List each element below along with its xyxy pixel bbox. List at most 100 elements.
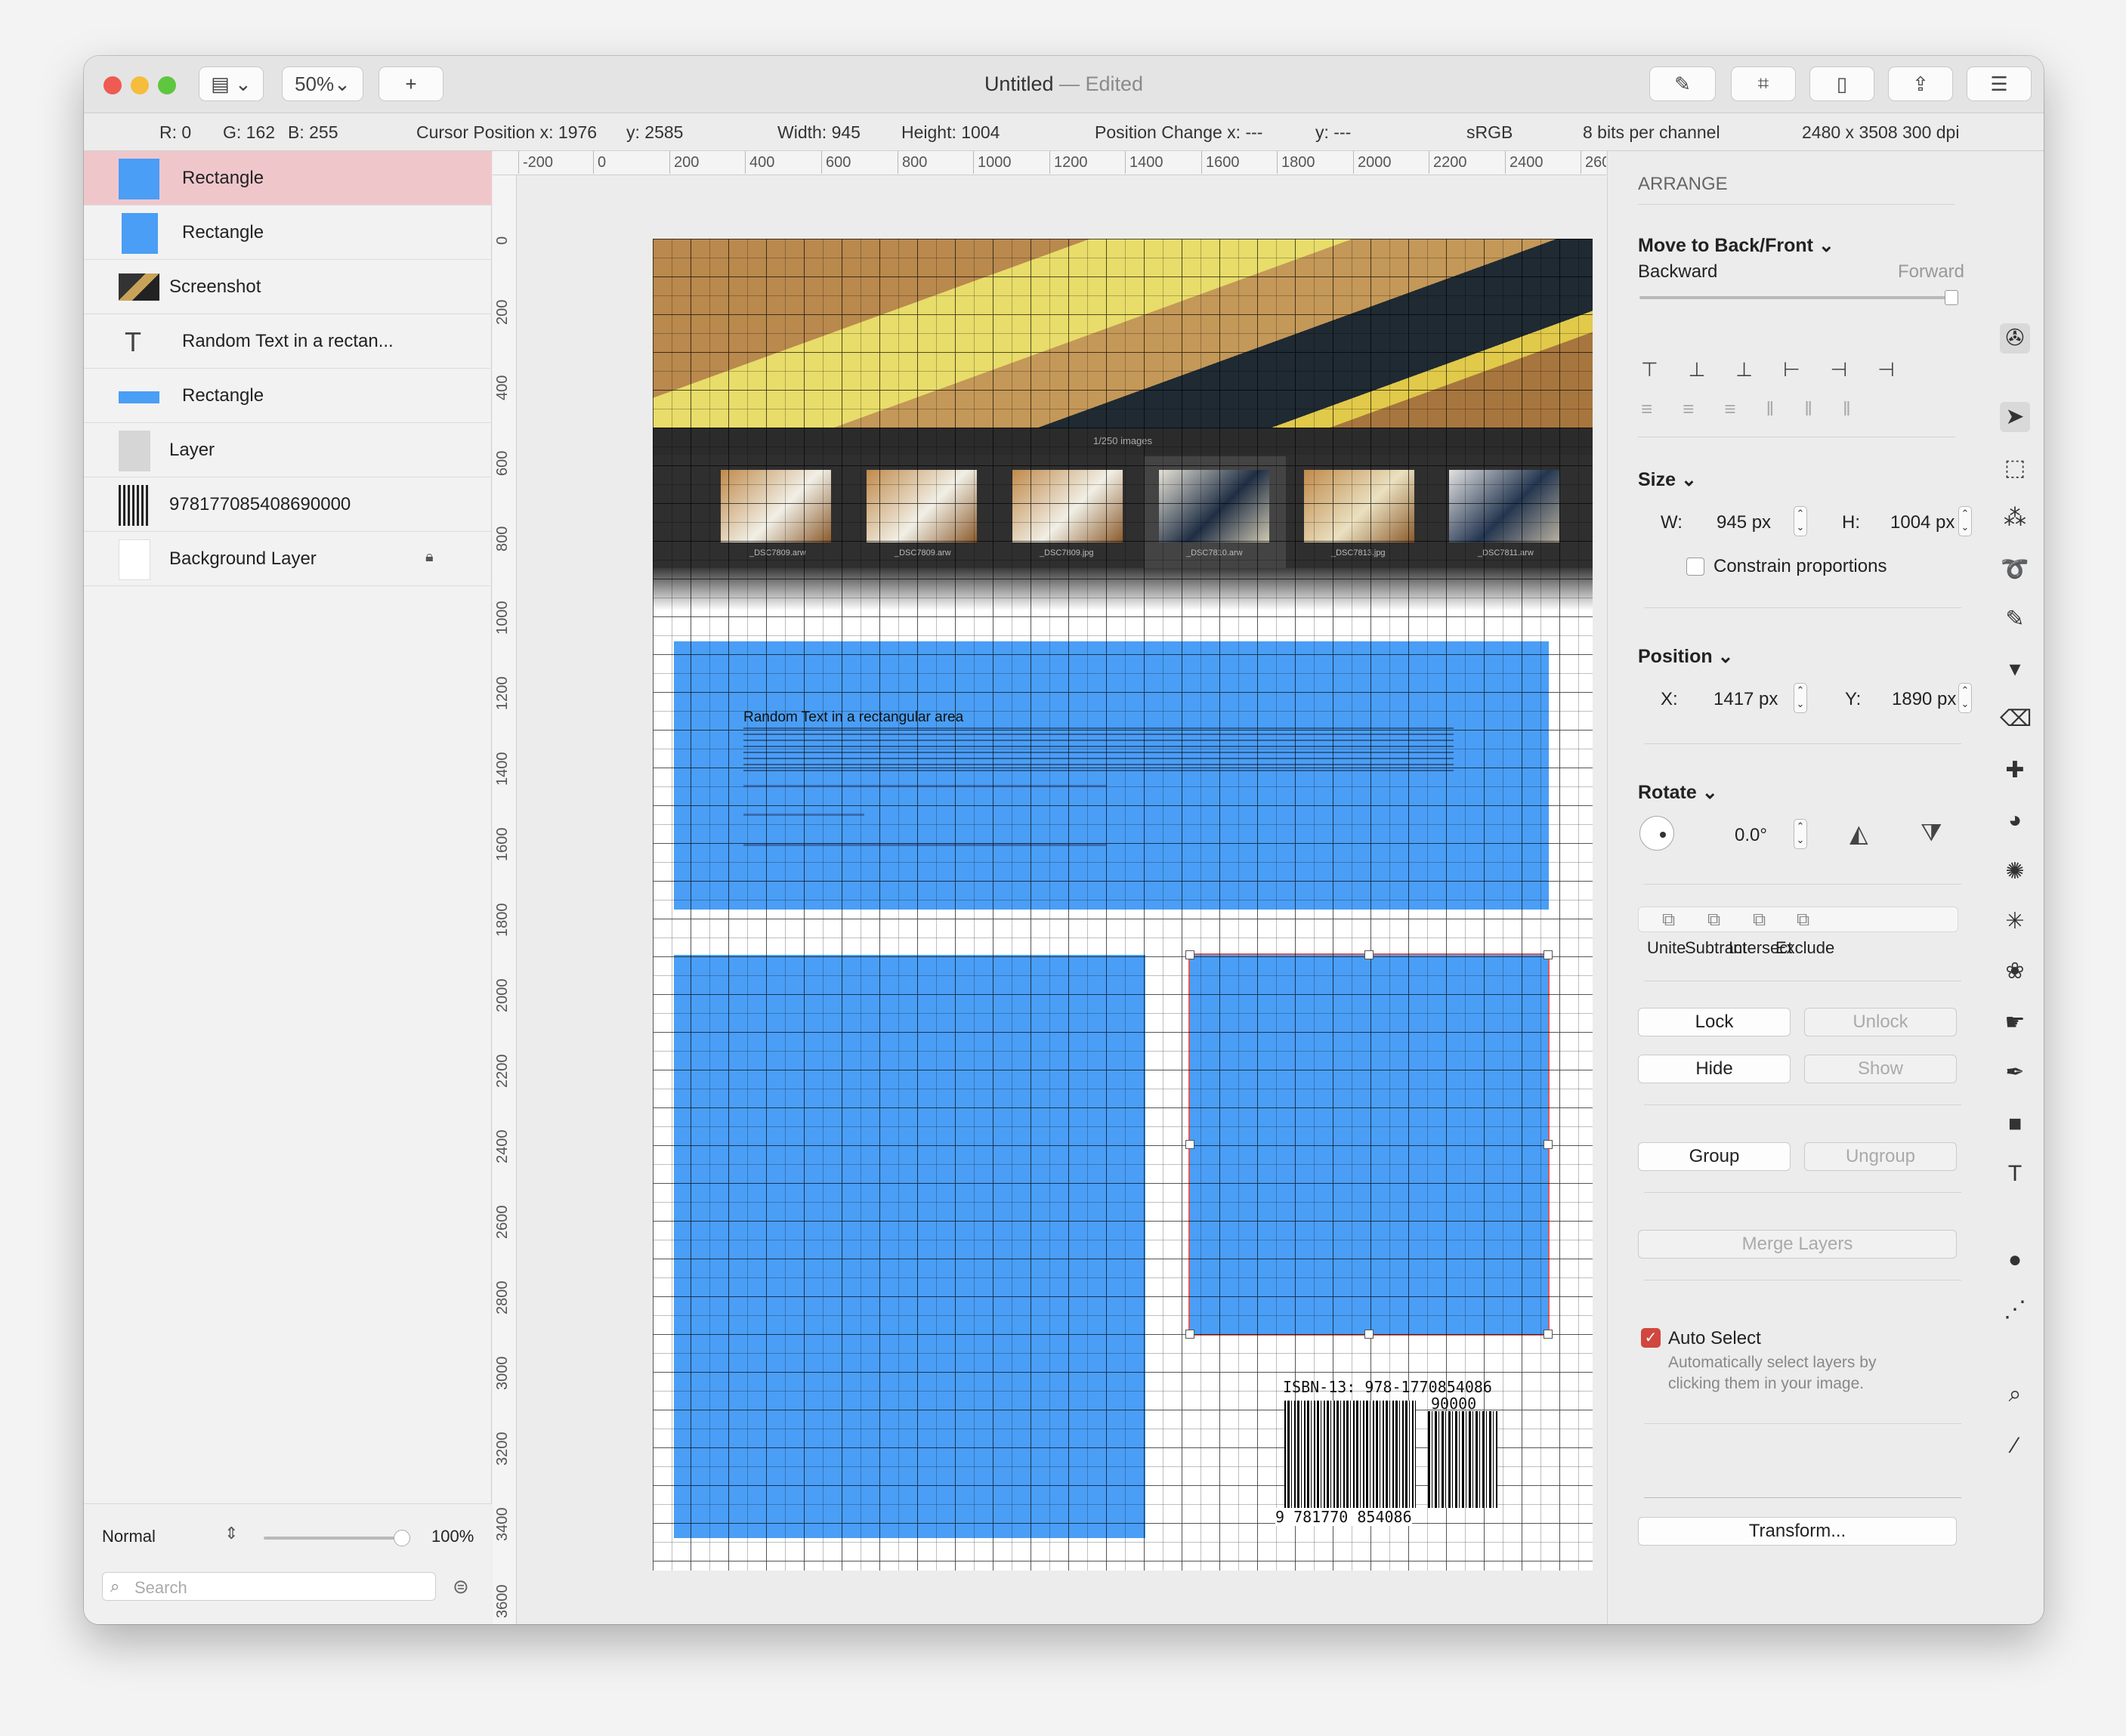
divider xyxy=(1638,204,1955,205)
layer-row[interactable]: Rectangle xyxy=(84,369,492,423)
text-tool-icon[interactable]: T xyxy=(2000,1159,2030,1189)
zoom-tool-icon[interactable]: ⌕ xyxy=(2000,1379,2030,1410)
color-adjust-icon[interactable]: ● xyxy=(2000,1245,2030,1275)
magic-wand-icon[interactable]: ⁂ xyxy=(2000,503,2030,533)
width-input[interactable]: 945 px xyxy=(1717,512,1771,533)
layer-row[interactable]: T Random Text in a rectan... xyxy=(84,314,492,369)
rotate-stepper[interactable]: ⌃ ⌄ xyxy=(1794,819,1807,849)
size-section[interactable]: Size ⌄ xyxy=(1638,468,1697,491)
ruler-label: 1800 xyxy=(494,903,511,938)
width-stepper[interactable]: ⌃ ⌄ xyxy=(1794,506,1807,536)
layer-row[interactable]: Layer xyxy=(84,423,492,477)
subtract-icon[interactable]: ⧉ xyxy=(1707,910,1720,931)
paint-bucket-icon[interactable]: ▾ xyxy=(2000,654,2030,684)
resize-handle[interactable] xyxy=(1185,950,1194,959)
flip-horizontal-icon[interactable]: ◭ xyxy=(1849,819,1868,848)
text-layer-line xyxy=(743,844,1106,846)
filter-icon[interactable]: ⊜ xyxy=(453,1575,469,1599)
layer-row[interactable]: Background Layer 🔒︎ xyxy=(84,532,492,586)
document-button[interactable]: ▯ xyxy=(1809,66,1874,101)
ruler-label: 200 xyxy=(669,151,700,174)
noise-icon[interactable]: ⋰ xyxy=(2000,1295,2030,1325)
resize-handle[interactable] xyxy=(1364,1330,1374,1339)
align-icons[interactable]: ⊤⊥⊥⊢⊣⊣ xyxy=(1641,358,1925,381)
rectangle-left[interactable] xyxy=(674,955,1145,1538)
effects-icon[interactable]: ❀ xyxy=(2000,956,2030,987)
rotate-input[interactable]: 0.0° xyxy=(1735,825,1767,846)
resize-handle[interactable] xyxy=(1185,1330,1194,1339)
layer-row[interactable]: Rectangle xyxy=(84,205,492,260)
position-section[interactable]: Position ⌄ xyxy=(1638,645,1734,668)
height-input[interactable]: 1004 px xyxy=(1890,512,1954,533)
healing-icon[interactable]: ✚ xyxy=(2000,755,2030,786)
lock-button[interactable]: Lock xyxy=(1638,1008,1791,1036)
merge-layers-button[interactable]: Merge Layers xyxy=(1638,1230,1957,1259)
ruler-label: 1400 xyxy=(494,752,511,786)
rectangle-text-area[interactable]: Random Text in a rectangular area xyxy=(674,641,1549,910)
clone-icon[interactable]: ◕ xyxy=(2000,805,2030,836)
pen-tool-icon[interactable]: ✒ xyxy=(2000,1058,2030,1088)
distribute-icons[interactable]: ≡≡≡‖‖‖ xyxy=(1641,397,1881,421)
flip-vertical-icon[interactable]: ⧩ xyxy=(1921,819,1942,848)
rotation-dial[interactable] xyxy=(1639,816,1674,851)
exclude-icon[interactable]: ⧉ xyxy=(1797,910,1809,931)
group-button[interactable]: Group xyxy=(1638,1142,1791,1171)
layer-row[interactable]: 978177085408690000 xyxy=(84,477,492,532)
document-canvas[interactable]: 1/250 images _DSC7809.arw _DSC7809.arw _… xyxy=(653,239,1593,1571)
resize-handle[interactable] xyxy=(1544,1140,1553,1149)
layer-search-input[interactable]: ⌕ Search xyxy=(102,1572,436,1601)
ruler-label: 600 xyxy=(494,450,511,476)
unlock-button[interactable]: Unlock xyxy=(1804,1008,1957,1036)
lasso-icon[interactable]: ➰ xyxy=(2000,554,2030,585)
blend-mode-select[interactable]: Normal xyxy=(102,1527,156,1546)
sparkle-icon[interactable]: ✳ xyxy=(2000,907,2030,937)
share-button[interactable]: ⇪ xyxy=(1888,66,1953,101)
updown-chevron-icon[interactable]: ⇕ xyxy=(224,1524,238,1543)
shape-tool-icon[interactable]: ■ xyxy=(2000,1109,2030,1139)
opacity-slider-knob[interactable] xyxy=(394,1530,410,1546)
resize-handle[interactable] xyxy=(1364,950,1374,959)
y-stepper[interactable]: ⌃ ⌄ xyxy=(1958,683,1972,713)
adjustments-button[interactable]: ☰ xyxy=(1967,66,2032,101)
lock-icon[interactable]: 🔒︎ xyxy=(425,548,434,566)
y-input[interactable]: 1890 px xyxy=(1892,689,1956,710)
transform-button[interactable]: Transform... xyxy=(1638,1517,1957,1546)
auto-select-checkbox[interactable]: ✓ xyxy=(1641,1328,1661,1348)
unite-icon[interactable]: ⧉ xyxy=(1662,910,1675,931)
intersect-icon[interactable]: ⧉ xyxy=(1753,910,1766,931)
show-button[interactable]: Show xyxy=(1804,1055,1957,1083)
eyedropper-icon[interactable]: ⁄ xyxy=(2000,1431,2030,1461)
height-stepper[interactable]: ⌃ ⌄ xyxy=(1958,506,1972,536)
rectangle-selected[interactable] xyxy=(1188,953,1550,1336)
resize-handle[interactable] xyxy=(1185,1140,1194,1149)
eraser-icon[interactable]: ⌫ xyxy=(2000,704,2032,734)
resize-handle[interactable] xyxy=(1544,950,1553,959)
arrange-tool-icon[interactable]: ✇ xyxy=(2000,323,2030,354)
brush-icon[interactable]: ✎ xyxy=(2000,604,2030,635)
x-stepper[interactable]: ⌃ ⌄ xyxy=(1794,683,1807,713)
pointer-tool-icon[interactable]: ➤ xyxy=(2000,402,2030,432)
resize-handle[interactable] xyxy=(1544,1330,1553,1339)
chevron-down-icon: ⌄ xyxy=(1676,469,1697,490)
ungroup-button[interactable]: Ungroup xyxy=(1804,1142,1957,1171)
move-to-back-front[interactable]: Move to Back/Front ⌄ xyxy=(1638,234,1834,257)
barcode[interactable]: ISBN-13: 978-1770854086 90000 9 781770 8… xyxy=(1275,1378,1506,1529)
x-input[interactable]: 1417 px xyxy=(1713,689,1778,710)
layer-row[interactable]: Screenshot xyxy=(84,260,492,314)
hide-button[interactable]: Hide xyxy=(1638,1055,1791,1083)
isbn-text: ISBN-13: 978-1770854086 xyxy=(1283,1378,1492,1396)
crop-button[interactable]: ⌗ xyxy=(1731,66,1796,101)
red-value: R: 0 xyxy=(159,122,192,142)
smudge-icon[interactable]: ✺ xyxy=(2000,857,2030,887)
markup-button[interactable]: ✎ xyxy=(1649,66,1716,101)
arrange-slider[interactable] xyxy=(1639,296,1955,299)
hand-icon[interactable]: ☛ xyxy=(2000,1008,2030,1038)
ruler-label: 2800 xyxy=(494,1280,511,1315)
arrange-slider-knob[interactable] xyxy=(1945,290,1958,305)
rectangle-select-icon[interactable]: ⬚ xyxy=(2000,453,2030,483)
constrain-checkbox[interactable] xyxy=(1686,558,1704,576)
canvas-area[interactable]: -200 0 200 400 600 800 1000 1200 1400 16… xyxy=(493,151,1606,1624)
opacity-slider[interactable] xyxy=(264,1537,404,1540)
rotate-section[interactable]: Rotate ⌄ xyxy=(1638,781,1718,804)
layer-row[interactable]: Rectangle xyxy=(84,151,492,205)
